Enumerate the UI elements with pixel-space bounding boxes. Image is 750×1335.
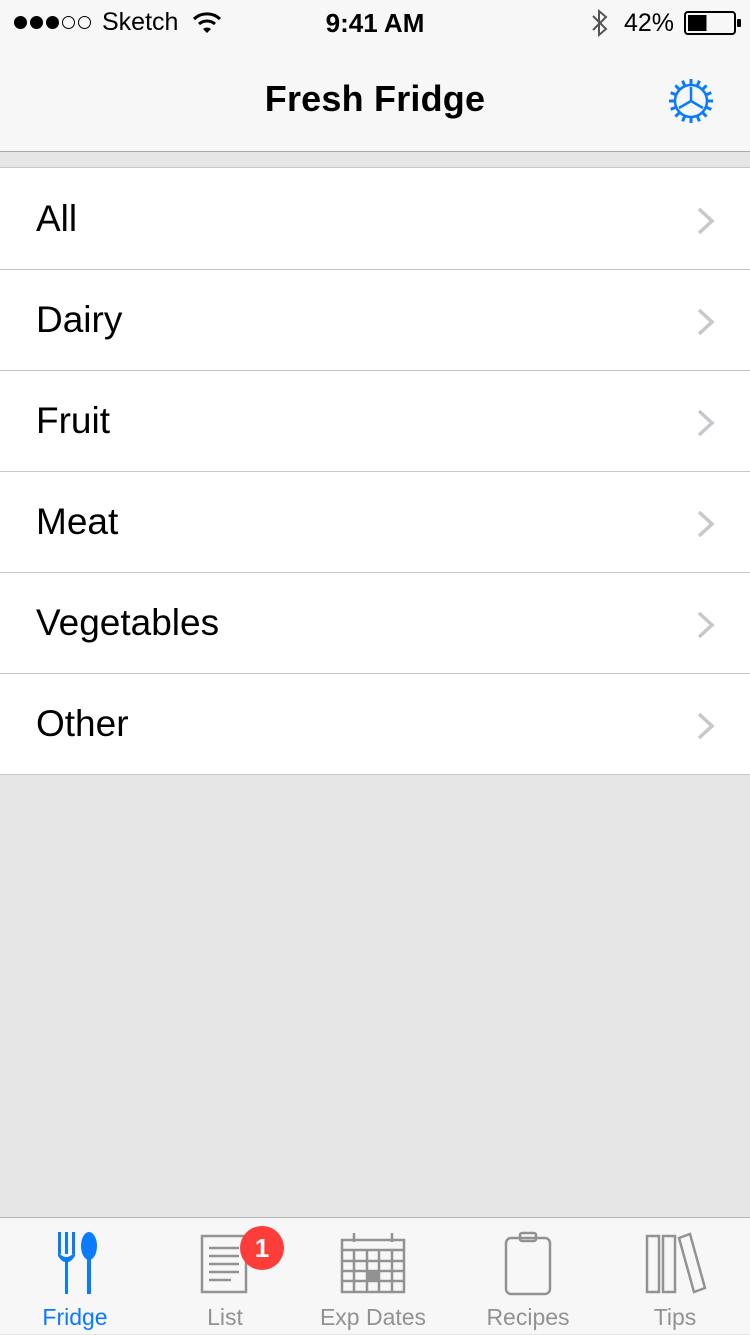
chevron-right-icon [697,207,715,235]
category-row-dairy[interactable]: Dairy [0,269,750,370]
chevron-right-icon [697,611,715,639]
category-label: All [36,198,78,239]
category-label: Other [36,703,129,744]
category-label: Vegetables [36,602,220,643]
tab-fridge[interactable]: Fridge [0,1218,150,1335]
category-row-vegetables[interactable]: Vegetables [0,572,750,673]
page-title: Fresh Fridge [264,78,486,119]
category-row-meat[interactable]: Meat [0,471,750,572]
tab-label: Fridge [42,1304,108,1330]
tab-bar: Fridge List 1 Exp Dates Recipes Tips [0,1217,750,1334]
tab-exp-dates[interactable]: Exp Dates [298,1218,448,1335]
tab-tips[interactable]: Tips [600,1218,750,1335]
navigation-bar: Fresh Fridge [0,48,750,152]
category-row-all[interactable]: All [0,168,750,269]
category-label: Meat [36,501,119,542]
clipboard-icon [504,1231,552,1296]
chevron-right-icon [697,712,715,740]
notification-badge: 1 [240,1226,284,1270]
tab-label: Recipes [486,1304,570,1330]
tab-label: List [207,1304,243,1330]
calendar-icon [340,1233,406,1294]
category-label: Dairy [36,299,123,340]
chevron-right-icon [697,308,715,336]
battery-icon [684,11,741,35]
books-icon [645,1232,707,1294]
fork-spoon-icon [58,1232,97,1294]
category-row-other[interactable]: Other [0,673,750,774]
chevron-right-icon [697,510,715,538]
settings-gear-icon[interactable] [666,76,716,126]
tab-label: Tips [653,1304,697,1330]
tab-label: Exp Dates [319,1304,427,1330]
status-right: 42% [590,8,742,38]
bluetooth-icon [592,8,608,38]
status-bar: Sketch 9:41 AM 42% [0,0,750,48]
category-label: Fruit [36,400,110,441]
tab-recipes[interactable]: Recipes [453,1218,603,1335]
category-list: All Dairy Fruit Meat Vegetables Other [0,167,750,775]
battery-percent: 42% [623,8,674,37]
category-row-fruit[interactable]: Fruit [0,370,750,471]
chevron-right-icon [697,409,715,437]
